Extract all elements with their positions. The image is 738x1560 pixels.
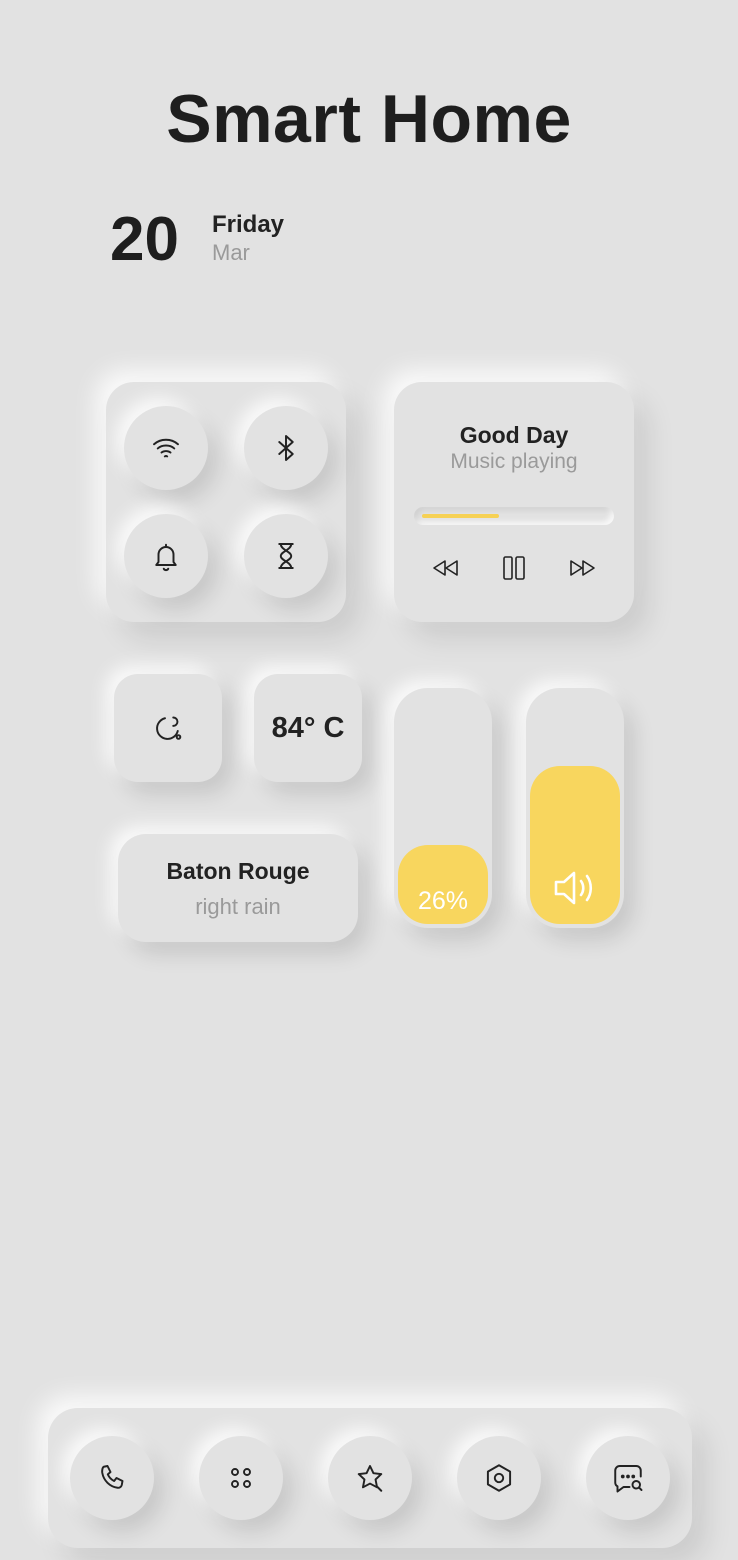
timer-toggle[interactable] [244,514,328,598]
progress-fill [422,514,499,518]
volume-fill [530,766,620,924]
smart-home-screen: Smart Home 20 Friday Mar Good Day Music … [0,0,738,1560]
pause-icon [503,556,525,580]
location-card: Baton Rouge right rain [118,834,358,942]
rewind-icon [433,560,458,576]
fast-forward-button[interactable] [562,550,602,586]
quick-toggles-card [106,382,346,622]
brightness-slider[interactable]: 26% [394,688,492,928]
hourglass-icon [278,543,294,569]
settings-hex-icon [486,1464,512,1492]
bell-icon [155,543,177,572]
playback-status: Music playing [450,450,578,473]
date-day: Friday [212,211,285,238]
volume-slider[interactable] [526,688,624,928]
bluetooth-icon [278,435,294,461]
chat-search-icon [614,1465,643,1493]
date-number: 20 [110,205,179,274]
dock-settings-button[interactable] [457,1436,541,1520]
star-icon [357,1465,383,1492]
dock-messages-button[interactable] [586,1436,670,1520]
dock-phone-button[interactable] [70,1436,154,1520]
bottom-dock [48,1408,692,1548]
phone-icon [101,1465,124,1489]
date-month: Mar [212,240,250,265]
music-player-card: Good Day Music playing [394,382,634,622]
pause-button[interactable] [494,550,534,586]
wifi-icon [153,438,179,458]
moon-icon [156,716,182,740]
brightness-fill: 26% [398,845,488,924]
bluetooth-toggle[interactable] [244,406,328,490]
speaker-icon [554,871,593,905]
brightness-value: 26% [417,887,469,915]
progress-track[interactable] [414,507,614,525]
temperature-value: 84° C [271,711,345,744]
dock-favorites-button[interactable] [328,1436,412,1520]
rewind-button[interactable] [426,550,466,586]
weather-mode-tile[interactable] [114,674,222,782]
page-title: Smart Home [166,81,572,157]
weather-condition: right rain [195,894,281,919]
song-title: Good Day [459,422,569,448]
apps-grid-icon [231,1468,251,1488]
wifi-toggle[interactable] [124,406,208,490]
temperature-tile: 84° C [254,674,362,782]
dock-apps-button[interactable] [199,1436,283,1520]
city-name: Baton Rouge [166,858,310,884]
fast-forward-icon [570,560,595,576]
notifications-toggle[interactable] [124,514,208,598]
